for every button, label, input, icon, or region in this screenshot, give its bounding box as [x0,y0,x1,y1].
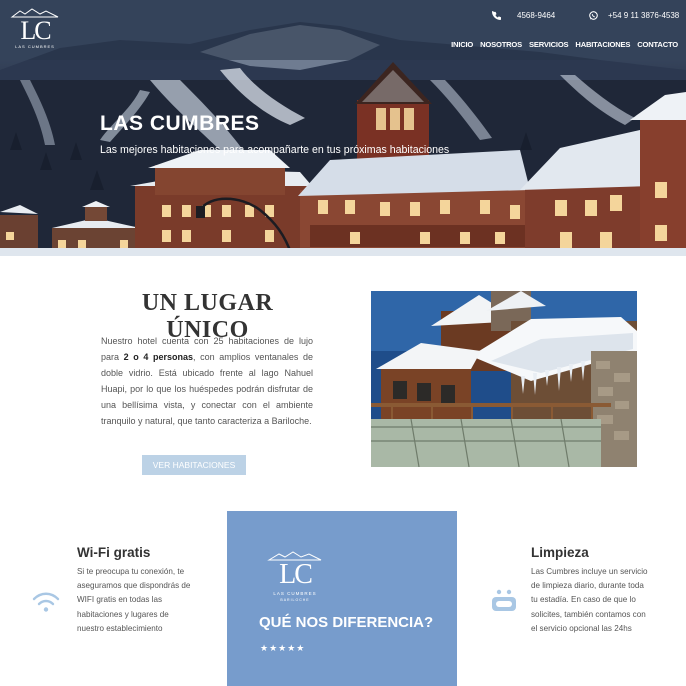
wifi-text: Si te preocupa tu conexión, te aseguramo… [77,567,191,633]
hero-title: LAS CUMBRES [100,112,260,135]
logo-letters: LC [20,16,51,45]
logo[interactable]: LC LAS CUMBRES [10,8,60,49]
hotel-photo [371,291,637,467]
header-bar [0,0,686,60]
intro-text-bold: 2 o 4 personas [123,351,193,362]
whatsapp-icon [589,11,598,20]
nav-item-nosotros[interactable]: NOSOTROS [480,40,522,49]
card-logo-tagline: BARILOCHE [280,598,310,602]
intro-text-end: , con amplios ventanales de doble vidrio… [101,351,313,426]
hero-subtitle: Las mejores habitaciones para acompañart… [100,144,450,156]
cleaning-text: Las Cumbres incluye un servicio de limpi… [531,567,648,633]
nav-item-contacto[interactable]: CONTACTO [637,40,678,49]
cleaning-robot-icon [492,589,516,611]
main-nav: INICIO NOSOTROS SERVICIOS HABITACIONES C… [451,40,678,49]
hero-banner: LC LAS CUMBRES 4568-9464 +54 9 11 3876-4… [0,0,686,256]
phone-contact[interactable]: 4568-9464 [492,11,555,20]
nav-item-habitaciones[interactable]: HABITACIONES [575,40,630,49]
whatsapp-contact[interactable]: +54 9 11 3876-4538 [589,11,679,20]
wifi-title: Wi-Fi gratis [77,545,151,560]
hotel-chalet-image [371,291,637,467]
rating-stars: ★★★★★ [260,643,306,653]
nav-item-servicios[interactable]: SERVICIOS [529,40,569,49]
nav-item-inicio[interactable]: INICIO [451,40,473,49]
page: LC LAS CUMBRES 4568-9464 +54 9 11 3876-4… [0,0,686,686]
whatsapp-number: +54 9 11 3876-4538 [608,11,680,20]
view-rooms-button[interactable]: VER HABITACIONES [142,455,246,475]
logo-name: LAS CUMBRES [15,44,55,49]
card-logo-letters: LC [279,559,313,590]
differences-title: QUÉ NOS DIFERENCIA? [259,614,434,631]
wifi-icon [32,592,60,612]
differences-card: LC LAS CUMBRES BARILOCHE QUÉ NOS DIFEREN… [227,511,457,686]
card-logo-name: LAS CUMBRES [273,591,317,596]
phone-number: 4568-9464 [517,11,556,20]
cleaning-title: Limpieza [531,545,589,560]
phone-icon [492,11,501,20]
card-logo: LC LAS CUMBRES BARILOCHE [265,551,325,607]
intro-paragraph: Nuestro hotel cuenta con 25 habitaciones… [101,334,313,429]
